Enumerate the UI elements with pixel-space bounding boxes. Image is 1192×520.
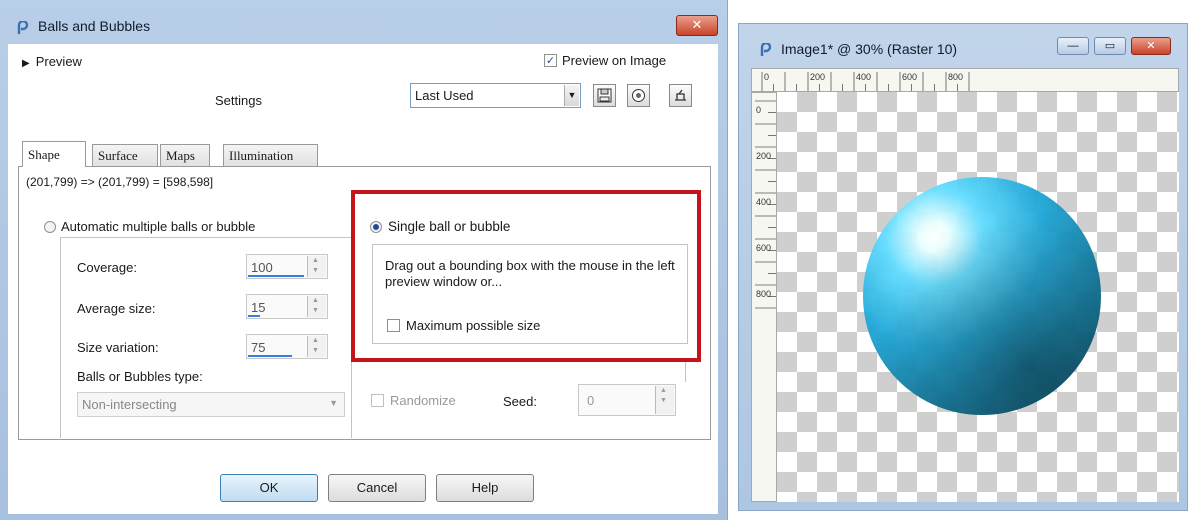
tab-surface[interactable]: Surface — [92, 144, 158, 166]
checkbox-box[interactable]: ✓ — [544, 54, 557, 67]
tab-maps[interactable]: Maps — [160, 144, 210, 166]
ruler-label: 400 — [856, 72, 871, 82]
maximize-button[interactable]: ▭ — [1094, 37, 1126, 55]
preview-toggle[interactable]: ▶ Preview — [22, 54, 82, 69]
seed-value: 0 — [587, 393, 595, 408]
coverage-label: Coverage: — [77, 260, 137, 275]
ruler-label: 800 — [756, 289, 771, 299]
settings-label: Settings — [215, 93, 262, 108]
image-window-title: Image1* @ 30% (Raster 10) — [781, 41, 958, 57]
size-variation-spinner[interactable] — [307, 336, 326, 357]
tab-shape[interactable]: Shape — [22, 141, 86, 167]
seed-label: Seed: — [503, 394, 537, 409]
average-size-input[interactable]: 15 — [246, 294, 328, 319]
bounding-box-coords: (201,799) => (201,799) = [598,598] — [26, 175, 214, 189]
balls-type-dropdown[interactable]: Non-intersecting ▼ — [77, 392, 345, 417]
app-icon — [17, 21, 29, 34]
balls-type-value: Non-intersecting — [82, 397, 177, 412]
image-window: Image1* @ 30% (Raster 10) — ▭ ✕ 0 200 400 6… — [738, 23, 1188, 511]
auto-balls-radio[interactable]: Automatic multiple balls or bubble — [44, 219, 255, 234]
radio-button[interactable] — [44, 220, 56, 233]
balls-type-label: Balls or Bubbles type: — [77, 369, 203, 384]
coverage-spinner[interactable] — [307, 256, 326, 277]
chevron-down-icon: ▼ — [329, 398, 338, 408]
dialog-titlebar[interactable]: Balls and Bubbles ✕ — [0, 0, 728, 40]
ruler-label: 200 — [756, 151, 771, 161]
ruler-label: 0 — [764, 72, 769, 82]
ruler-vertical: 0 200 400 600 800 — [751, 92, 777, 502]
sphere-shading — [863, 177, 1101, 415]
help-button[interactable]: Help — [436, 474, 534, 502]
load-preset-button[interactable] — [627, 84, 650, 107]
dialog-title: Balls and Bubbles — [38, 18, 151, 34]
ruler-label: 600 — [902, 72, 917, 82]
image-canvas[interactable] — [777, 92, 1179, 502]
coverage-slider-bar[interactable] — [248, 275, 304, 277]
auto-balls-label: Automatic multiple balls or bubble — [61, 219, 256, 234]
disk-icon — [597, 88, 612, 103]
cancel-button[interactable]: Cancel — [328, 474, 426, 502]
preview-label: Preview — [35, 54, 82, 69]
image-document-icon — [760, 43, 772, 56]
checkbox-box[interactable] — [371, 394, 384, 407]
minimize-button[interactable]: — — [1057, 37, 1089, 55]
size-variation-value: 75 — [251, 340, 266, 355]
seed-input[interactable]: 0 — [578, 384, 676, 416]
balls-and-bubbles-dialog: Balls and Bubbles ✕ ▶ Preview ✓ Preview o… — [0, 0, 728, 520]
size-variation-label: Size variation: — [77, 340, 159, 355]
size-variation-slider-bar[interactable] — [248, 355, 292, 357]
divider — [685, 362, 686, 382]
preset-dropdown[interactable]: Last Used ▼ — [410, 83, 581, 108]
preview-on-image-label: Preview on Image — [562, 53, 667, 68]
randomize-checkbox[interactable]: Randomize — [371, 393, 456, 408]
ruler-label: 200 — [810, 72, 825, 82]
preset-value: Last Used — [415, 88, 474, 103]
close-button[interactable]: ✕ — [676, 15, 718, 36]
size-variation-input[interactable]: 75 — [246, 334, 328, 359]
average-size-label: Average size: — [77, 301, 156, 316]
ruler-label: 400 — [756, 197, 771, 207]
reset-default-button[interactable] — [669, 84, 692, 107]
save-preset-button[interactable] — [593, 84, 616, 107]
seed-spinner[interactable] — [655, 386, 674, 414]
preset-browser-icon — [632, 89, 645, 102]
coverage-input[interactable]: 100 — [246, 254, 328, 279]
highlight-box — [351, 190, 701, 362]
average-size-slider-bar[interactable] — [248, 315, 260, 317]
dialog-client-area: ▶ Preview ✓ Preview on Image Settings Las… — [8, 44, 718, 514]
ruler-label: 800 — [948, 72, 963, 82]
ok-button[interactable]: OK — [220, 474, 318, 502]
average-size-spinner[interactable] — [307, 296, 326, 317]
ruler-label: 600 — [756, 243, 771, 253]
randomize-label: Randomize — [390, 393, 456, 408]
preview-on-image-checkbox[interactable]: ✓ Preview on Image — [544, 53, 666, 68]
expand-triangle-icon: ▶ — [22, 58, 30, 69]
ruler-label: 0 — [756, 105, 761, 115]
average-size-value: 15 — [251, 300, 266, 315]
coverage-value: 100 — [251, 260, 273, 275]
tab-illumination[interactable]: Illumination — [223, 144, 318, 166]
close-button[interactable]: ✕ — [1131, 37, 1171, 55]
reset-icon — [675, 89, 686, 101]
ruler-horizontal: 0 200 400 600 800 — [751, 68, 1179, 92]
dropdown-arrow-icon[interactable]: ▼ — [564, 85, 579, 106]
